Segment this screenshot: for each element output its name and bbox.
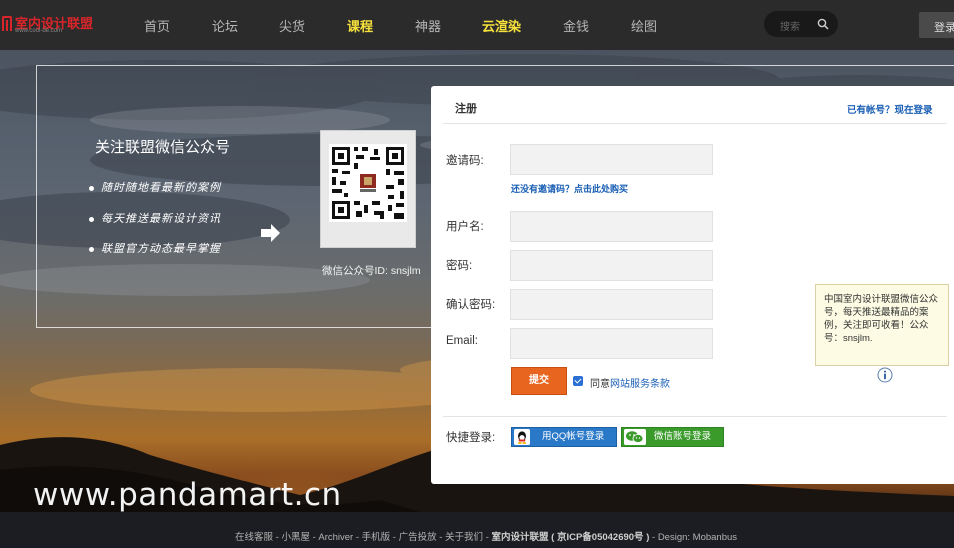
invite-code-field[interactable] [510,144,713,175]
bullet-dot [89,185,94,191]
wechat-login-button[interactable]: 微信账号登录 [621,427,724,447]
terms-link[interactable]: 网站服务条款 [610,379,670,390]
qq-login-button[interactable]: 用QQ帐号登录 [511,427,617,447]
arrow-right-icon [261,224,280,242]
password-field[interactable] [510,250,713,281]
top-nav-bar: 室内设计联盟 www.cool-de.com 首页 论坛 尖货 课程 神器 云渲… [0,0,954,50]
nav-item-drawing[interactable]: 绘图 [631,16,657,35]
footer-nav-links[interactable]: 在线客服 - 小黑屋 - Archiver - 手机版 - 广告投放 - 关于我… [235,532,492,543]
nav-item-tools[interactable]: 神器 [415,16,441,35]
wechat-icon [624,429,646,445]
qr-caption: 微信公众号ID: snsjlm [322,265,421,277]
wechat-tip-box: 中国室内设计联盟微信公众号，每天推送最精品的案例，关注即可收看！公众号：snsj… [815,284,949,366]
footer-links: 在线客服 - 小黑屋 - Archiver - 手机版 - 广告投放 - 关于我… [235,529,737,543]
email-label: Email: [446,335,478,347]
wechat-bullet: 随时随地看最新的案例 [89,179,221,195]
submit-button[interactable]: 提交 [511,367,567,395]
search-placeholder: 搜索 [780,22,800,33]
bullet-dot [89,246,94,252]
site-logo[interactable]: 室内设计联盟 www.cool-de.com [2,12,98,38]
email-field[interactable] [510,328,713,359]
agree-checkbox[interactable] [573,376,583,386]
nav-item-home[interactable]: 首页 [144,16,170,35]
register-title: 注册 [455,103,477,115]
nav-item-money[interactable]: 金钱 [563,16,589,35]
qq-icon [514,429,530,445]
bullet-dot [89,216,94,222]
agree-terms: 同意网站服务条款 [590,379,670,390]
password-label: 密码: [446,260,473,272]
username-label: 用户名: [446,221,484,233]
username-field[interactable] [510,211,713,242]
watermark-text: www.pandamart.cn [33,477,342,513]
search-icon[interactable] [817,18,829,30]
wechat-login-label: 微信账号登录 [654,431,712,442]
footer-design[interactable]: - Design: Mobanbus [652,532,737,543]
invite-code-label: 邀请码: [446,155,484,167]
info-icon[interactable] [877,367,893,383]
wechat-promo-title: 关注联盟微信公众号 [95,139,231,156]
nav-item-forum[interactable]: 论坛 [212,16,238,35]
wechat-bullet: 联盟官方动态最早掌握 [89,240,221,256]
buy-invite-code-link[interactable]: 还没有邀请码？点击此处购买 [511,182,628,195]
login-button[interactable]: 登录 [919,12,954,38]
qq-login-label: 用QQ帐号登录 [542,431,605,442]
divider [443,416,947,417]
logo-url: www.cool-de.com [15,28,63,34]
confirm-password-label: 确认密码: [446,299,496,311]
footer-icp[interactable]: ( 京ICP备05042690号 ) [549,532,653,543]
confirm-password-field[interactable] [510,289,713,320]
nav-item-courses[interactable]: 课程 [347,16,373,35]
search-box[interactable]: 搜索 [764,11,838,37]
nav-item-goods[interactable]: 尖货 [279,16,305,35]
logo-icon [2,16,12,31]
wechat-bullet: 每天推送最新设计资讯 [89,210,221,226]
qr-code-icon [329,144,407,222]
nav-item-cloud-render[interactable]: 云渲染 [482,16,521,35]
divider [443,123,947,124]
have-account-login-link[interactable]: 已有帐号？现在登录 [847,102,933,116]
quick-login-label: 快捷登录: [446,432,496,444]
footer-brand[interactable]: 室内设计联盟 [492,532,549,543]
